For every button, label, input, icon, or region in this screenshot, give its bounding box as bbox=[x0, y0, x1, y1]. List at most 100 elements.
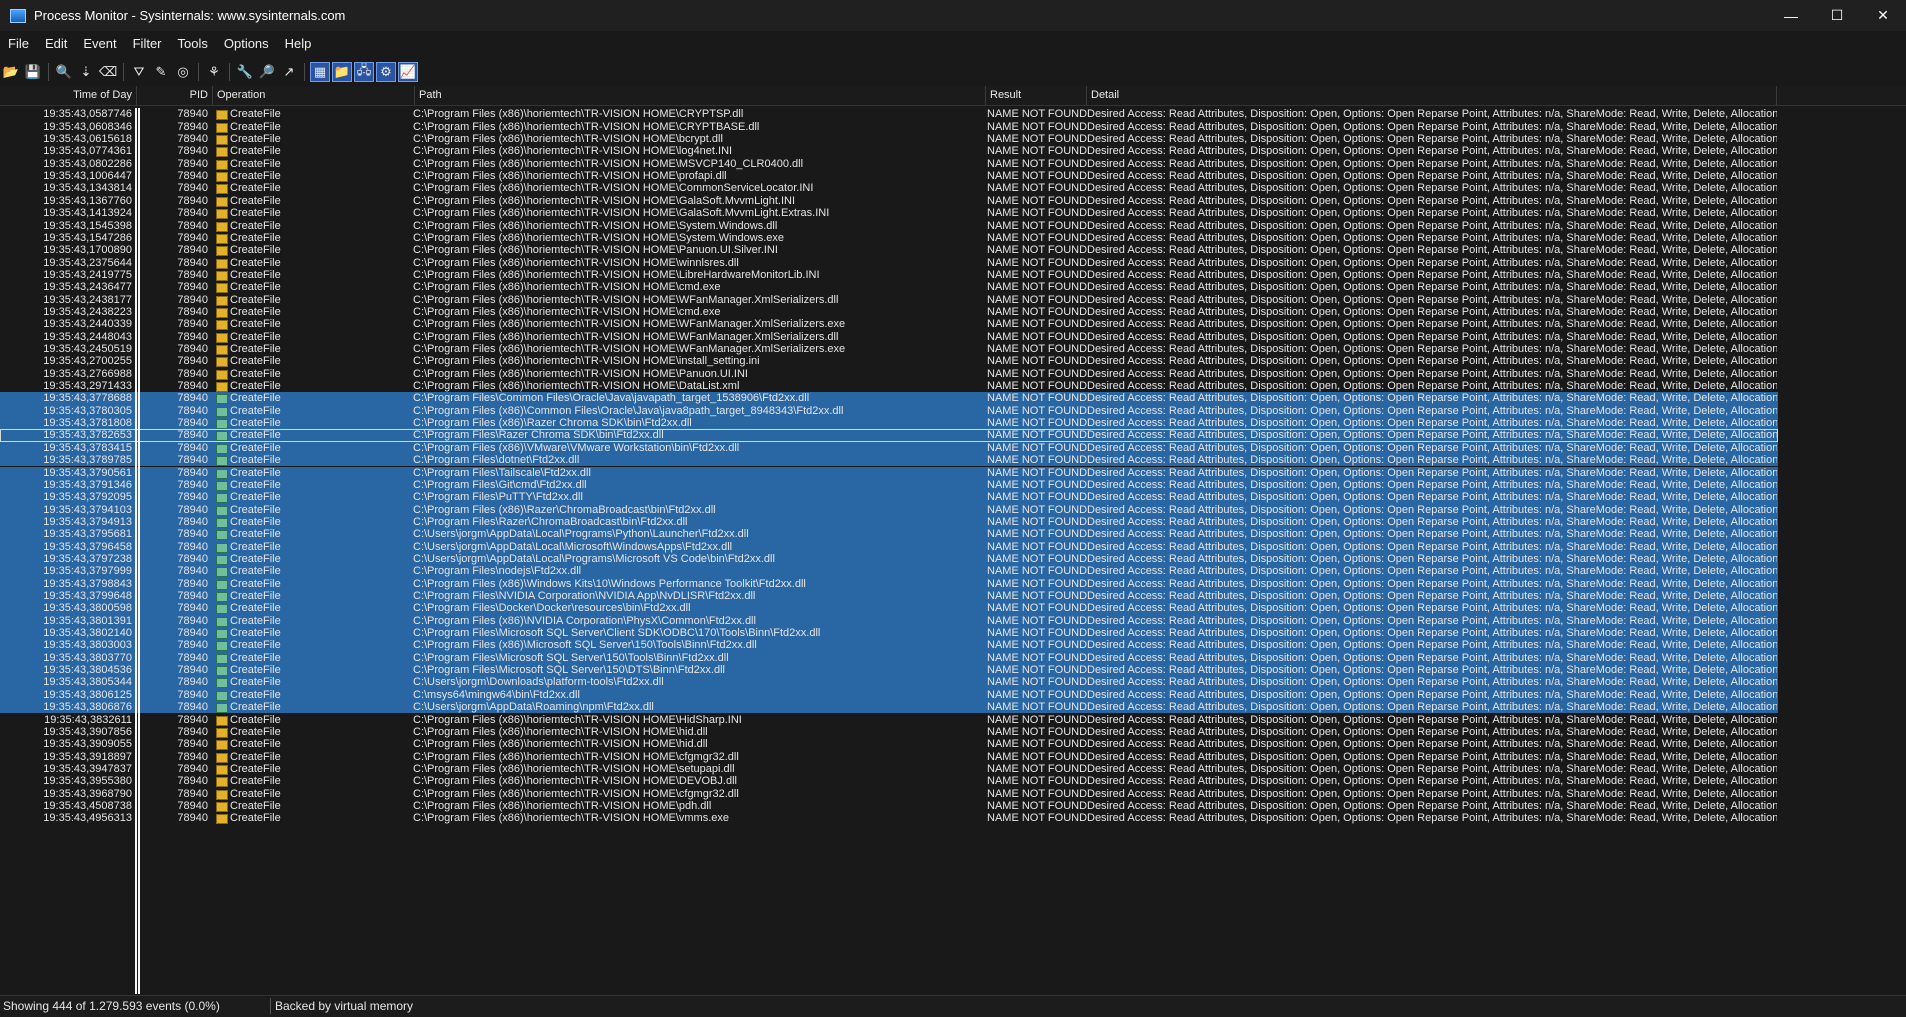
status-bar: Showing 444 of 1.279.593 events (0.0%) B… bbox=[0, 995, 1906, 1017]
cell-operation-label: CreateFile bbox=[230, 775, 281, 787]
menu-edit[interactable]: Edit bbox=[37, 36, 75, 51]
open-icon[interactable]: 📂 bbox=[2, 63, 20, 81]
table-row[interactable]: 19:35:43,377868878940CreateFileC:\Progra… bbox=[0, 392, 1778, 404]
table-row[interactable]: 19:35:43,380453678940CreateFileC:\Progra… bbox=[0, 664, 1778, 676]
table-row[interactable]: 19:35:43,058774678940CreateFileC:\Progra… bbox=[0, 108, 1778, 120]
header-pid[interactable]: PID bbox=[137, 86, 213, 105]
table-row[interactable]: 19:35:43,380214078940CreateFileC:\Progra… bbox=[0, 627, 1778, 639]
cell-operation-label: CreateFile bbox=[230, 541, 281, 553]
menu-event[interactable]: Event bbox=[75, 36, 124, 51]
table-row[interactable]: 19:35:43,378978578940CreateFileC:\Progra… bbox=[0, 454, 1778, 466]
window-controls: — ☐ ✕ bbox=[1768, 0, 1906, 31]
table-row[interactable]: 19:35:43,378030578940CreateFileC:\Progra… bbox=[0, 405, 1778, 417]
table-row[interactable]: 19:35:43,379884378940CreateFileC:\Progra… bbox=[0, 578, 1778, 590]
table-row[interactable]: 19:35:43,379964878940CreateFileC:\Progra… bbox=[0, 590, 1778, 602]
menu-help[interactable]: Help bbox=[277, 36, 320, 51]
menu-file[interactable]: File bbox=[0, 36, 37, 51]
table-row[interactable]: 19:35:43,245051978940CreateFileC:\Progra… bbox=[0, 343, 1778, 355]
table-row[interactable]: 19:35:43,243817778940CreateFileC:\Progra… bbox=[0, 294, 1778, 306]
filesystem-icon[interactable]: 📁 bbox=[333, 63, 351, 81]
table-row[interactable]: 19:35:43,495631378940CreateFileC:\Progra… bbox=[0, 812, 1778, 824]
header-result[interactable]: Result bbox=[986, 86, 1087, 105]
profiling-icon[interactable]: 📈 bbox=[399, 63, 417, 81]
table-row[interactable]: 19:35:43,379491378940CreateFileC:\Progra… bbox=[0, 516, 1778, 528]
table-row[interactable]: 19:35:43,379645878940CreateFileC:\Users\… bbox=[0, 541, 1778, 553]
menu-filter[interactable]: Filter bbox=[125, 36, 170, 51]
process-icon[interactable]: ⚙ bbox=[377, 63, 395, 81]
cell-operation-label: CreateFile bbox=[230, 392, 281, 404]
table-row[interactable]: 19:35:43,154728678940CreateFileC:\Progra… bbox=[0, 232, 1778, 244]
table-row[interactable]: 19:35:43,380534478940CreateFileC:\Users\… bbox=[0, 676, 1778, 688]
table-row[interactable]: 19:35:43,380687678940CreateFileC:\Users\… bbox=[0, 701, 1778, 713]
table-row[interactable]: 19:35:43,395538078940CreateFileC:\Progra… bbox=[0, 775, 1778, 787]
menu-options[interactable]: Options bbox=[216, 36, 277, 51]
header-time-of-day[interactable]: Time of Day bbox=[0, 86, 137, 105]
filter-icon[interactable]: ⛛ bbox=[130, 63, 148, 81]
table-row[interactable]: 19:35:43,270025578940CreateFileC:\Progra… bbox=[0, 355, 1778, 367]
table-row[interactable]: 19:35:43,276698878940CreateFileC:\Progra… bbox=[0, 368, 1778, 380]
maximize-button[interactable]: ☐ bbox=[1814, 0, 1860, 31]
table-row[interactable]: 19:35:43,136776078940CreateFileC:\Progra… bbox=[0, 195, 1778, 207]
table-row[interactable]: 19:35:43,396879078940CreateFileC:\Progra… bbox=[0, 788, 1778, 800]
table-row[interactable]: 19:35:43,378341578940CreateFileC:\Progra… bbox=[0, 442, 1778, 454]
table-row[interactable]: 19:35:43,100644778940CreateFileC:\Progra… bbox=[0, 170, 1778, 182]
table-row[interactable]: 19:35:43,154539878940CreateFileC:\Progra… bbox=[0, 220, 1778, 232]
table-row[interactable]: 19:35:43,380059878940CreateFileC:\Progra… bbox=[0, 602, 1778, 614]
table-row[interactable]: 19:35:43,379134678940CreateFileC:\Progra… bbox=[0, 479, 1778, 491]
table-row[interactable]: 19:35:43,077436178940CreateFileC:\Progra… bbox=[0, 145, 1778, 157]
table-row[interactable]: 19:35:43,080228678940CreateFileC:\Progra… bbox=[0, 158, 1778, 170]
table-row[interactable]: 19:35:43,378265378940CreateFileC:\Progra… bbox=[0, 429, 1778, 441]
table-row[interactable]: 19:35:43,170089078940CreateFileC:\Progra… bbox=[0, 244, 1778, 256]
header-detail[interactable]: Detail bbox=[1087, 86, 1777, 105]
close-button[interactable]: ✕ bbox=[1860, 0, 1906, 31]
table-row[interactable]: 19:35:43,383261178940CreateFileC:\Progra… bbox=[0, 714, 1778, 726]
file-system-icon bbox=[216, 444, 228, 454]
table-row[interactable]: 19:35:43,379568178940CreateFileC:\Users\… bbox=[0, 528, 1778, 540]
table-row[interactable]: 19:35:43,379209578940CreateFileC:\Progra… bbox=[0, 491, 1778, 503]
jump-icon[interactable]: ↗ bbox=[280, 63, 298, 81]
table-row[interactable]: 19:35:43,134381478940CreateFileC:\Progra… bbox=[0, 182, 1778, 194]
table-row[interactable]: 19:35:43,380300378940CreateFileC:\Progra… bbox=[0, 639, 1778, 651]
table-row[interactable]: 19:35:43,394783778940CreateFileC:\Progra… bbox=[0, 763, 1778, 775]
header-path[interactable]: Path bbox=[415, 86, 986, 105]
table-row[interactable]: 19:35:43,390905578940CreateFileC:\Progra… bbox=[0, 738, 1778, 750]
process-tree-icon[interactable]: ⚘ bbox=[205, 63, 223, 81]
event-list[interactable]: 19:35:43,047347878940CreateFileC:\Progra… bbox=[0, 108, 1906, 994]
minimize-button[interactable]: — bbox=[1768, 0, 1814, 31]
table-row[interactable]: 19:35:43,391889778940CreateFileC:\Progra… bbox=[0, 751, 1778, 763]
table-row[interactable]: 19:35:43,237564478940CreateFileC:\Progra… bbox=[0, 257, 1778, 269]
table-row[interactable]: 19:35:43,241977578940CreateFileC:\Progra… bbox=[0, 269, 1778, 281]
menu-tools[interactable]: Tools bbox=[170, 36, 216, 51]
save-icon[interactable]: 💾 bbox=[24, 63, 42, 81]
autoscroll-icon[interactable]: ⇣ bbox=[77, 63, 95, 81]
properties-icon[interactable]: 🔧 bbox=[236, 63, 254, 81]
network-icon[interactable]: 🖧 bbox=[355, 63, 373, 81]
cell-operation-label: CreateFile bbox=[230, 158, 281, 170]
table-row[interactable]: 19:35:43,061561878940CreateFileC:\Progra… bbox=[0, 133, 1778, 145]
table-row[interactable]: 19:35:43,244033978940CreateFileC:\Progra… bbox=[0, 318, 1778, 330]
table-row[interactable]: 19:35:43,379723878940CreateFileC:\Users\… bbox=[0, 553, 1778, 565]
table-row[interactable]: 19:35:43,379799978940CreateFileC:\Progra… bbox=[0, 565, 1778, 577]
table-row[interactable]: 19:35:43,244804378940CreateFileC:\Progra… bbox=[0, 331, 1778, 343]
table-row[interactable]: 19:35:43,243647778940CreateFileC:\Progra… bbox=[0, 281, 1778, 293]
registry-icon[interactable]: ▦ bbox=[311, 63, 329, 81]
capture-icon[interactable]: 🔍 bbox=[55, 63, 73, 81]
table-row[interactable]: 19:35:43,379410378940CreateFileC:\Progra… bbox=[0, 504, 1778, 516]
table-row[interactable]: 19:35:43,141392478940CreateFileC:\Progra… bbox=[0, 207, 1778, 219]
status-memory: Backed by virtual memory bbox=[275, 999, 413, 1013]
table-row[interactable]: 19:35:43,450873878940CreateFileC:\Progra… bbox=[0, 800, 1778, 812]
table-row[interactable]: 19:35:43,390785678940CreateFileC:\Progra… bbox=[0, 726, 1778, 738]
table-row[interactable]: 19:35:43,378180878940CreateFileC:\Progra… bbox=[0, 417, 1778, 429]
table-row[interactable]: 19:35:43,380612578940CreateFileC:\msys64… bbox=[0, 689, 1778, 701]
table-row[interactable]: 19:35:43,243822378940CreateFileC:\Progra… bbox=[0, 306, 1778, 318]
table-row[interactable]: 19:35:43,297143378940CreateFileC:\Progra… bbox=[0, 380, 1778, 392]
table-row[interactable]: 19:35:43,380139178940CreateFileC:\Progra… bbox=[0, 615, 1778, 627]
table-row[interactable]: 19:35:43,060834678940CreateFileC:\Progra… bbox=[0, 121, 1778, 133]
clear-icon[interactable]: ⌫ bbox=[99, 63, 117, 81]
table-row[interactable]: 19:35:43,379056178940CreateFileC:\Progra… bbox=[0, 467, 1778, 479]
table-row[interactable]: 19:35:43,380377078940CreateFileC:\Progra… bbox=[0, 652, 1778, 664]
find-icon[interactable]: 🔎 bbox=[258, 63, 276, 81]
header-operation[interactable]: Operation bbox=[213, 86, 415, 105]
highlight-icon[interactable]: ✎ bbox=[152, 63, 170, 81]
target-icon[interactable]: ◎ bbox=[174, 63, 192, 81]
